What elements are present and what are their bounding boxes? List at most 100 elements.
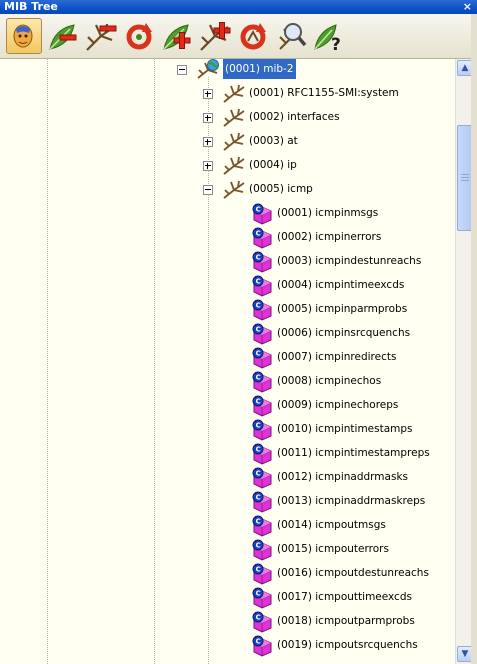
tree-node[interactable]: (0001) RFC1155-SMI:system (223, 83, 455, 103)
svg-text:C: C (256, 374, 261, 382)
down-arrow-icon: ▼ (461, 649, 469, 659)
tree-node[interactable]: (0005) icmp (223, 179, 455, 199)
svg-text:C: C (256, 398, 261, 406)
svg-text:C: C (256, 230, 261, 238)
svg-text:C: C (256, 350, 261, 358)
leaf-minus-icon (49, 24, 77, 50)
tree-leaf[interactable]: C (0019) icmpoutsrcquenchs (251, 635, 455, 657)
tree-node[interactable]: (0004) ip (223, 155, 455, 175)
svg-text:C: C (256, 278, 261, 286)
svg-text:?: ? (331, 35, 341, 53)
svg-text:C: C (256, 446, 261, 454)
branch-icon (223, 155, 245, 182)
svg-text:C: C (256, 206, 261, 214)
tree-node-label: (0015) icmpouterrors (277, 543, 389, 555)
tree-node-label: (0014) icmpoutmsgs (277, 519, 386, 531)
tree-node-label: (0013) icmpinaddrmaskreps (277, 495, 426, 507)
svg-text:C: C (256, 494, 261, 502)
refresh-icon (126, 23, 152, 50)
tree-leaf[interactable]: C (0005) icmpinparmprobs (251, 299, 455, 321)
mib-tree-view[interactable]: (0001) mib-2 (0001) RFC1155-SMI:system (00… (0, 59, 455, 664)
tree-leaf[interactable]: C (0002) icmpinerrors (251, 227, 455, 249)
tree-node-label: (0001) icmpinmsgs (277, 207, 379, 219)
tree-node-label: (0018) icmpoutparmprobs (277, 615, 415, 627)
globe-branch-icon (197, 59, 221, 86)
branch-icon (223, 131, 245, 158)
tree-node-label: (0006) icmpinsrcquenchs (277, 327, 411, 339)
svg-text:C: C (256, 422, 261, 430)
tree-leaf[interactable]: C (0014) icmpoutmsgs (251, 515, 455, 537)
face-icon (13, 24, 33, 48)
tree-node-label: (0003) at (249, 135, 298, 147)
up-arrow-icon: ▲ (461, 63, 469, 73)
collapse-branch-button[interactable] (84, 19, 118, 53)
svg-text:C: C (256, 566, 261, 574)
tree-node-label: (0009) icmpinechoreps (277, 399, 399, 411)
tree-node-label: (0001) mib-2 (223, 59, 296, 79)
branch-icon (223, 107, 245, 134)
tree-view-button[interactable] (6, 18, 42, 54)
expand-toggle[interactable] (203, 89, 213, 99)
tree-leaf[interactable]: C (0017) icmpouttimeexcds (251, 587, 455, 609)
tree-leaf[interactable]: C (0001) icmpinmsgs (251, 203, 455, 225)
svg-text:C: C (256, 470, 261, 478)
tree-node[interactable]: (0002) interfaces (223, 107, 455, 127)
mib-tree-window: MIB Tree × ? (0001) mib-2 (0001) RFC1155… (0, 0, 477, 664)
svg-text:C: C (256, 590, 261, 598)
tree-node-label: (0002) icmpinerrors (277, 231, 382, 243)
expand-leaf-button[interactable] (160, 19, 194, 53)
tree-leaf[interactable]: C (0006) icmpinsrcquenchs (251, 323, 455, 345)
tree-guide-line (47, 59, 48, 664)
expand-branch-button[interactable] (198, 19, 232, 53)
collapse-toggle[interactable] (177, 65, 187, 75)
counter-cube-icon: C (251, 635, 273, 664)
tree-node-label: (0005) icmpinparmprobs (277, 303, 408, 315)
expand-toggle[interactable] (203, 137, 213, 147)
tree-leaf[interactable]: C (0016) icmpoutdestunreachs (251, 563, 455, 585)
window-title: MIB Tree (4, 0, 58, 13)
expand-toggle[interactable] (203, 113, 213, 123)
reload-button[interactable] (236, 19, 270, 53)
refresh-button[interactable] (122, 19, 156, 53)
svg-text:C: C (256, 638, 261, 646)
tree-leaf[interactable]: C (0010) icmpintimestamps (251, 419, 455, 441)
collapse-toggle[interactable] (203, 185, 213, 195)
help-button[interactable]: ? (312, 19, 346, 53)
tree-node-label: (0001) RFC1155-SMI:system (249, 87, 399, 99)
svg-text:C: C (256, 542, 261, 550)
tree-node-label: (0004) ip (249, 159, 297, 171)
branch-icon (223, 179, 245, 206)
tree-leaf[interactable]: C (0007) icmpinredirects (251, 347, 455, 369)
magnifier-icon (279, 23, 307, 50)
svg-text:C: C (256, 518, 261, 526)
tree-guide-line (154, 59, 155, 664)
tree-node-mib-2[interactable]: (0001) mib-2 (197, 59, 455, 79)
title-bar: MIB Tree × (0, 0, 477, 14)
tree-node-label: (0005) icmp (249, 183, 313, 195)
svg-text:C: C (256, 302, 261, 310)
branch-plus-icon (200, 22, 231, 51)
tree-node-label: (0002) interfaces (249, 111, 340, 123)
reload-icon (240, 23, 266, 50)
vertical-scrollbar[interactable]: ▲ ▼ (455, 59, 473, 664)
branch-icon (223, 83, 245, 110)
tree-node-label: (0008) icmpinechos (277, 375, 382, 387)
leaf-question-icon: ? (314, 24, 341, 53)
tree-leaf[interactable]: C (0004) icmpintimeexcds (251, 275, 455, 297)
tree-leaf[interactable]: C (0003) icmpindestunreachs (251, 251, 455, 273)
tree-node-label: (0016) icmpoutdestunreachs (277, 567, 429, 579)
tree-leaf[interactable]: C (0015) icmpouterrors (251, 539, 455, 561)
tree-leaf[interactable]: C (0012) icmpinaddrmasks (251, 467, 455, 489)
tree-leaf[interactable]: C (0009) icmpinechoreps (251, 395, 455, 417)
expand-toggle[interactable] (203, 161, 213, 171)
tree-leaf[interactable]: C (0011) icmpintimestampreps (251, 443, 455, 465)
leaf-plus-icon (163, 24, 191, 50)
close-button[interactable]: × (463, 0, 472, 14)
tree-leaf[interactable]: C (0013) icmpinaddrmaskreps (251, 491, 455, 513)
collapse-leaf-button[interactable] (46, 19, 80, 53)
toolbar: ? (0, 14, 477, 59)
tree-leaf[interactable]: C (0018) icmpoutparmprobs (251, 611, 455, 633)
tree-leaf[interactable]: C (0008) icmpinechos (251, 371, 455, 393)
search-button[interactable] (274, 19, 308, 53)
tree-node[interactable]: (0003) at (223, 131, 455, 151)
